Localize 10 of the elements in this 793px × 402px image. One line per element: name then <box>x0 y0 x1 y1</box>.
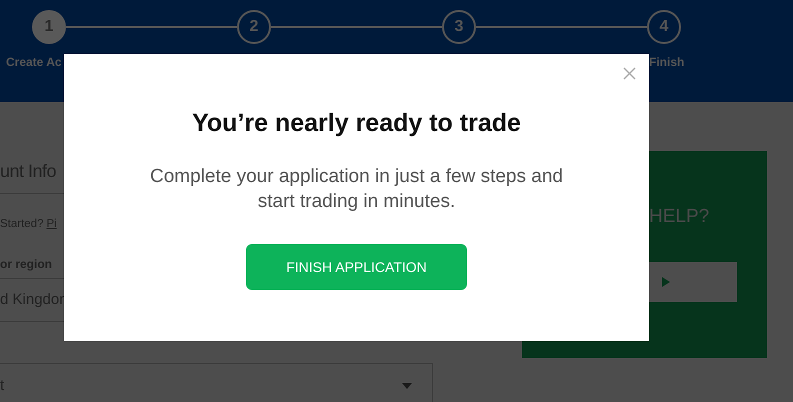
modal-message: Complete your application in just a few steps and start trading in minutes. <box>149 165 564 214</box>
play-icon <box>662 276 670 286</box>
close-icon[interactable] <box>623 67 636 80</box>
help-title: HELP? <box>649 205 710 229</box>
caret-icon <box>402 383 412 390</box>
step-label: Finish <box>649 54 686 71</box>
finish-application-button[interactable]: FINISH APPLICATION <box>246 244 467 290</box>
help-button[interactable] <box>649 262 737 302</box>
step-label: Create Ac <box>6 54 63 71</box>
modal-title: You’re nearly ready to trade <box>192 108 521 139</box>
